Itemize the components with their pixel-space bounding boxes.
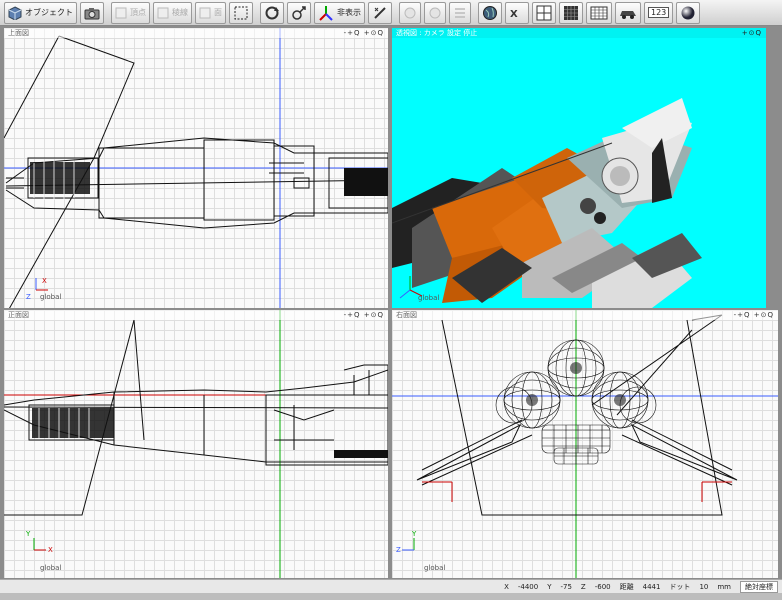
status-z-value: -600 — [594, 582, 611, 591]
xyz-icon: X — [510, 9, 518, 20]
car-icon — [620, 10, 636, 19]
front-axis-x: X — [48, 546, 53, 554]
camera-button[interactable] — [80, 1, 104, 24]
viewport-right-controls[interactable]: -+Q +⊙Q — [734, 310, 774, 320]
viewport-top-header: 上面図 -+Q +⊙Q — [4, 28, 388, 38]
perspective-space-label[interactable]: global — [418, 294, 439, 302]
disabled-tool-3[interactable] — [449, 1, 471, 24]
wand-button[interactable] — [368, 1, 392, 24]
viewport-perspective-header: 透視図 : カメラ 設定 停止 +⊙Q — [392, 28, 766, 38]
sphere-button[interactable] — [676, 1, 701, 24]
numeric-button[interactable]: 123 — [644, 1, 674, 24]
rotate-icon — [265, 6, 279, 19]
status-dot-value: 10 — [699, 582, 709, 591]
edge-icon — [157, 7, 169, 18]
right-axis-y: Y — [412, 530, 417, 538]
grid-dense-icon — [564, 5, 578, 20]
status-bar: X -4400 Y -75 Z -600 距離 4441 ドット 10 mm 絶… — [0, 579, 782, 593]
xyz-button[interactable]: X — [505, 1, 529, 24]
disabled-tool-1[interactable] — [399, 1, 421, 24]
quad-view-button[interactable] — [532, 1, 556, 24]
toolbar: オブジェクト 頂点 稜線 面 非表示 X 123 — [0, 0, 782, 26]
front-space-label[interactable]: global — [40, 564, 61, 572]
sphere-icon — [681, 6, 695, 19]
edge-mode-button[interactable]: 稜線 — [153, 1, 192, 24]
object-mode-label: オブジェクト — [25, 8, 73, 17]
right-axis-z: Z — [396, 546, 401, 554]
disabled-circle-icon — [404, 7, 416, 18]
face-mode-label: 面 — [214, 8, 222, 17]
app-window: オブジェクト 頂点 稜線 面 非表示 X 123 上面図 -+Q +⊙Q X Z… — [0, 0, 782, 600]
viewport-right[interactable]: 右面図 -+Q +⊙Q Y Z global — [392, 310, 778, 578]
scale-icon — [292, 5, 306, 20]
viewport-perspective[interactable]: 透視図 : カメラ 設定 停止 +⊙Q global — [392, 28, 766, 308]
disabled-list-icon — [455, 7, 465, 18]
right-space-label[interactable]: global — [424, 564, 445, 572]
viewport-perspective-controls[interactable]: +⊙Q — [742, 28, 762, 38]
globe-icon — [483, 5, 497, 20]
status-unit: mm — [717, 582, 731, 591]
viewport-perspective-title: 透視図 : カメラ 設定 停止 — [396, 29, 478, 37]
top-view-axes — [35, 278, 48, 291]
wand-icon — [374, 6, 386, 19]
table-button[interactable] — [586, 1, 612, 24]
viewport-top[interactable]: 上面図 -+Q +⊙Q X Z global — [4, 28, 388, 308]
viewport-front[interactable]: 正面図 -+Q +⊙Q Y X global — [4, 310, 388, 578]
face-icon — [199, 7, 211, 18]
status-distance-value: 4441 — [642, 582, 661, 591]
status-dot-label: ドット — [669, 582, 691, 591]
vertex-mode-button[interactable]: 頂点 — [111, 1, 150, 24]
grid-fill-button[interactable] — [559, 1, 583, 24]
viewport-front-controls[interactable]: -+Q +⊙Q — [344, 310, 384, 320]
top-axis-z: Z — [26, 293, 31, 301]
camera-icon — [84, 7, 100, 19]
grid-4-icon — [536, 5, 552, 20]
front-axis-y: Y — [26, 530, 31, 538]
numeric-label: 123 — [648, 7, 670, 18]
viewport-right-header: 右面図 -+Q +⊙Q — [392, 310, 778, 320]
status-x-label: X — [504, 582, 509, 591]
right-view-axes — [402, 538, 415, 551]
status-z-label: Z — [580, 582, 586, 591]
rotate-button[interactable] — [260, 1, 284, 24]
marquee-icon — [234, 6, 248, 19]
status-y-value: -75 — [560, 582, 572, 591]
hide-button[interactable]: 非表示 — [314, 1, 365, 24]
status-x-value: -4400 — [517, 582, 539, 591]
vertex-mode-label: 頂点 — [130, 8, 146, 17]
cube-icon — [8, 5, 22, 20]
top-axis-x: X — [42, 277, 47, 285]
svg-text:X: X — [510, 9, 518, 20]
hide-label: 非表示 — [337, 8, 361, 17]
bottom-strip — [0, 593, 782, 600]
object-mode-button[interactable]: オブジェクト — [4, 1, 77, 24]
globe-button[interactable] — [478, 1, 502, 24]
perspective-axes — [399, 276, 423, 299]
table-icon — [590, 6, 608, 19]
render-button[interactable] — [615, 1, 641, 24]
coordinate-mode-button[interactable]: 絶対座標 — [740, 580, 778, 593]
axes-icon — [319, 5, 333, 21]
viewport-front-header: 正面図 -+Q +⊙Q — [4, 310, 388, 320]
status-y-label: Y — [547, 582, 552, 591]
status-distance-label: 距離 — [619, 582, 634, 591]
face-mode-button[interactable]: 面 — [195, 1, 226, 24]
disabled-circle-icon — [429, 7, 441, 18]
viewport-top-title: 上面図 — [8, 29, 29, 37]
scale-button[interactable] — [287, 1, 311, 24]
edge-mode-label: 稜線 — [172, 8, 188, 17]
viewport-front-title: 正面図 — [8, 311, 29, 319]
top-space-label[interactable]: global — [40, 293, 61, 301]
viewport-right-title: 右面図 — [396, 311, 417, 319]
front-view-axes — [33, 538, 46, 551]
select-rect-button[interactable] — [229, 1, 253, 24]
viewport-top-controls[interactable]: -+Q +⊙Q — [344, 28, 384, 38]
vertex-icon — [115, 7, 127, 18]
disabled-tool-2[interactable] — [424, 1, 446, 24]
